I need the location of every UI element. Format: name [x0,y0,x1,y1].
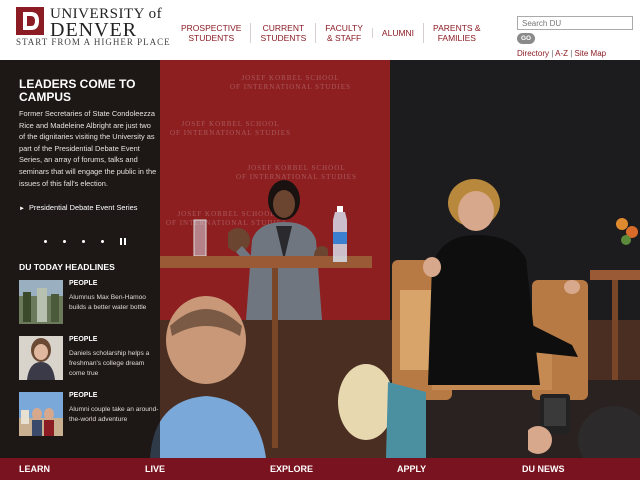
headline-text: Alumni couple take an around-the-world a… [69,406,159,423]
headline-text: Alumnus Max Ben-Hamoo builds a better wa… [69,294,147,311]
a-z-link[interactable]: A-Z [555,49,568,58]
utility-links: Directory | A-Z | Site Map [517,49,606,58]
backdrop-lettering: JOSEF KORBEL SCHOOL of INTERNATIONAL STU… [170,120,291,137]
nav-faculty-staff[interactable]: FACULTY & STAFF [315,23,372,43]
backdrop-lettering: JOSEF KORBEL SCHOOL of INTERNATIONAL STU… [230,74,351,91]
headline-item[interactable]: PEOPLE Alumni couple take an around-the-… [19,392,159,438]
bottom-nav-explore[interactable]: EXPLORE [270,458,313,480]
logo-wordmark: UNIVERSITY of DENVER [50,5,162,40]
site-header: UNIVERSITY of DENVER START FROM A HIGHER… [0,0,640,60]
speaker-albright-figure [423,179,580,385]
logo-tagline: START FROM A HIGHER PLACE [16,37,171,47]
headline-thumbnail [19,336,63,380]
directory-link[interactable]: Directory [517,49,549,58]
site-map-link[interactable]: Site Map [575,49,607,58]
slideshow-pager [44,238,128,245]
main-nav: PROSPECTIVE STUDENTS CURRENT STUDENTS FA… [172,20,490,46]
feature-body: Former Secretaries of State Condoleezza … [19,109,157,188]
nav-alumni[interactable]: ALUMNI [371,28,423,38]
flower-arrangement-icon [616,218,638,245]
feature-link-label: Presidential Debate Event Series [28,203,138,212]
headline-thumbnail [19,280,63,324]
side-table [590,270,640,380]
util-separator: | [551,49,554,58]
nav-parents-families[interactable]: PARENTS & FAMILIES [423,23,490,43]
du-logo[interactable]: UNIVERSITY of DENVER START FROM A HIGHER… [16,5,170,48]
pager-dot[interactable] [63,240,66,243]
play-arrow-icon: ► [19,206,25,212]
audience-member-figure [338,364,426,458]
pause-icon[interactable] [120,238,128,245]
du-shield-icon [16,7,44,35]
nav-prospective-students[interactable]: PROSPECTIVE STUDENTS [172,23,250,43]
audience-member-figure [528,394,640,458]
bottom-nav: LEARN LIVE EXPLORE APPLY DU NEWS [0,458,640,480]
nav-current-students[interactable]: CURRENT STUDENTS [250,23,315,43]
search-go-button[interactable]: GO [517,33,535,44]
headline-thumbnail [19,392,63,436]
headline-item[interactable]: PEOPLE Daniels scholarship helps a fresh… [19,336,159,382]
feature-link[interactable]: ► Presidential Debate Event Series [19,203,137,212]
search-input[interactable] [517,16,633,30]
headline-category: PEOPLE [69,336,98,343]
water-glass-icon [193,219,207,256]
audience-member-figure [150,296,266,458]
headline-item[interactable]: PEOPLE Alumnus Max Ben-Hamoo builds a be… [19,280,159,326]
util-separator: | [570,49,573,58]
bottom-nav-apply[interactable]: APPLY [397,458,426,480]
bottom-nav-live[interactable]: LIVE [145,458,165,480]
table-leg [272,268,278,448]
bottom-nav-learn[interactable]: LEARN [19,458,50,480]
hero-banner: JOSEF KORBEL SCHOOL of INTERNATIONAL STU… [0,60,640,458]
headlines-title: DU TODAY HEADLINES [19,262,115,272]
bottom-nav-du-news[interactable]: DU NEWS [522,458,565,480]
headline-text: Daniels scholarship helps a freshman's c… [69,350,150,377]
feature-title: LEADERS COME TO CAMPUS [19,77,136,104]
pager-dot[interactable] [44,240,47,243]
headline-category: PEOPLE [69,280,98,287]
feature-panel: LEADERS COME TO CAMPUS Former Secretarie… [0,60,160,458]
headline-category: PEOPLE [69,392,98,399]
water-bottle-icon [333,206,347,262]
pager-dot[interactable] [82,240,85,243]
pager-dot[interactable] [101,240,104,243]
